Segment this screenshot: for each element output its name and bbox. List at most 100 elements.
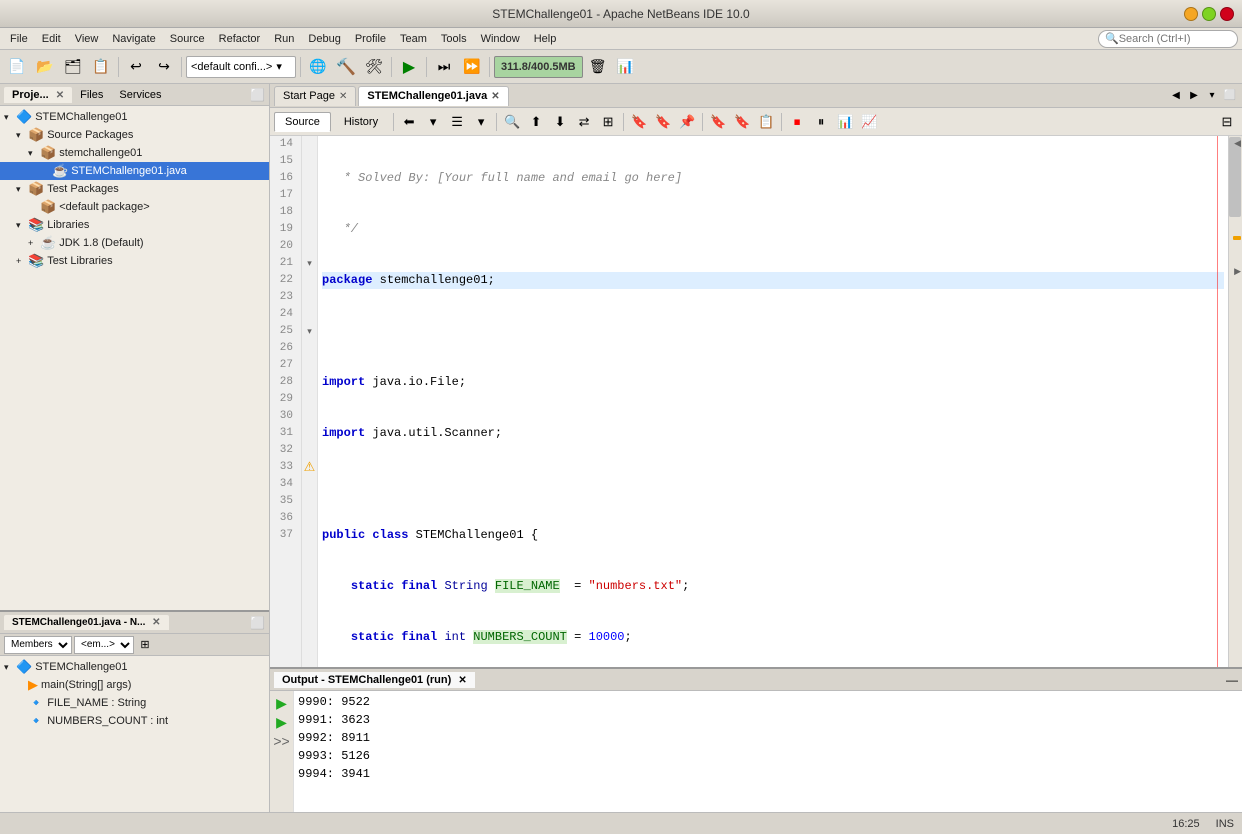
tab-next-button[interactable]: ▶ xyxy=(1186,88,1202,104)
run-button-2[interactable]: ▶ xyxy=(276,714,287,731)
output-tab[interactable]: Output - STEMChallenge01 (run) ✕ xyxy=(274,672,475,688)
tab-files[interactable]: Files xyxy=(72,87,111,103)
et-tasks-more[interactable]: 📋 xyxy=(755,111,777,133)
members-context-select[interactable]: <em...> xyxy=(74,636,134,654)
tree-item-java-file[interactable]: ☕ STEMChallenge01.java xyxy=(0,162,269,180)
et-search[interactable]: 🔍 xyxy=(501,111,523,133)
source-tab[interactable]: Source xyxy=(274,112,331,132)
open-file-button[interactable]: 🗂 xyxy=(60,54,86,80)
step-over-button[interactable]: ⏭ xyxy=(431,54,457,80)
et-split[interactable]: ⊟ xyxy=(1216,111,1238,133)
members-main[interactable]: ▶ main(String[] args) xyxy=(0,676,269,694)
tree-item-test-packages[interactable]: ▾ 📦 Test Packages xyxy=(0,180,269,198)
menu-edit[interactable]: Edit xyxy=(36,31,67,47)
redo-button[interactable]: ↪ xyxy=(151,54,177,80)
tab-list-button[interactable]: ▾ xyxy=(1204,88,1220,104)
collapse-right-arrow[interactable]: ◀ xyxy=(1234,138,1241,149)
menu-debug[interactable]: Debug xyxy=(302,31,346,47)
et-navigate-back[interactable]: ⬅ xyxy=(398,111,420,133)
et-find-next[interactable]: ⬇ xyxy=(549,111,571,133)
memory-indicator[interactable]: 311.8/400.5MB xyxy=(494,56,583,78)
expand-right-arrow[interactable]: ▶ xyxy=(1234,266,1241,277)
close-projects-tab[interactable]: ✕ xyxy=(56,90,64,101)
arrow-pkg-stemchallenge01[interactable]: ▾ xyxy=(28,148,40,159)
members-file-name[interactable]: 🔹 FILE_NAME : String xyxy=(0,694,269,712)
tab-prev-button[interactable]: ◀ xyxy=(1168,88,1184,104)
members-numbers-count[interactable]: 🔹 NUMBERS_COUNT : int xyxy=(0,712,269,730)
run-button[interactable]: ▶ xyxy=(396,54,422,80)
menu-window[interactable]: Window xyxy=(475,31,526,47)
open-project-button[interactable]: 📂 xyxy=(32,54,58,80)
close-java-file-tab[interactable]: ✕ xyxy=(491,91,499,102)
close-members-tab[interactable]: ✕ xyxy=(152,617,160,628)
et-tasks-next[interactable]: 🔖 xyxy=(731,111,753,133)
editor-scrollbar[interactable]: ◀ ▶ xyxy=(1228,136,1242,667)
et-tasks-prev[interactable]: 🔖 xyxy=(707,111,729,133)
arrow-test-libraries[interactable]: + xyxy=(16,256,28,266)
members-type-select[interactable]: Members xyxy=(4,636,72,654)
step-into-button[interactable]: ⏩ xyxy=(459,54,485,80)
tree-item-pkg-stemchallenge01[interactable]: ▾ 📦 stemchallenge01 xyxy=(0,144,269,162)
tab-java-file[interactable]: STEMChallenge01.java ✕ xyxy=(358,86,508,106)
members-class[interactable]: ▾ 🔷 STEMChallenge01 xyxy=(0,658,269,676)
et-bookmark-prev[interactable]: 🔖 xyxy=(628,111,650,133)
minimize-output-button[interactable]: — xyxy=(1226,673,1238,687)
members-settings-button[interactable]: ⊞ xyxy=(136,636,154,654)
search-input[interactable] xyxy=(1119,33,1239,45)
menu-navigate[interactable]: Navigate xyxy=(106,31,161,47)
et-toggle-bookmarks[interactable]: ☰ xyxy=(446,111,468,133)
menu-help[interactable]: Help xyxy=(528,31,563,47)
et-bookmark-next[interactable]: 🔖 xyxy=(652,111,674,133)
code-content[interactable]: * Solved By: [Your full name and email g… xyxy=(318,136,1228,667)
tree-item-jdk[interactable]: + ☕ JDK 1.8 (Default) xyxy=(0,234,269,252)
history-tab[interactable]: History xyxy=(333,112,389,132)
arrow-members-class[interactable]: ▾ xyxy=(4,662,16,673)
tree-item-test-libraries[interactable]: + 📚 Test Libraries xyxy=(0,252,269,270)
menu-team[interactable]: Team xyxy=(394,31,433,47)
et-find-prev[interactable]: ⬆ xyxy=(525,111,547,133)
new-file-button[interactable]: 📄 xyxy=(4,54,30,80)
tree-item-stemchallenge01[interactable]: ▾ 🔷 STEMChallenge01 xyxy=(0,108,269,126)
config-dropdown[interactable]: <default confi...> ▾ xyxy=(186,56,296,78)
arrow-stemchallenge01[interactable]: ▾ xyxy=(4,112,16,123)
stop-output-button[interactable]: >> xyxy=(273,733,289,749)
arrow-source-packages[interactable]: ▾ xyxy=(16,130,28,141)
et-more2[interactable]: 📈 xyxy=(858,111,880,133)
arrow-libraries[interactable]: ▾ xyxy=(16,220,28,231)
tree-item-default-package[interactable]: 📦 <default package> xyxy=(0,198,269,216)
et-bookmark-more[interactable]: 📌 xyxy=(676,111,698,133)
run-again-button[interactable]: ▶ xyxy=(276,695,287,712)
menu-refactor[interactable]: Refactor xyxy=(213,31,267,47)
maximize-members-icon[interactable]: ⬜ xyxy=(250,616,265,630)
close-start-page-tab[interactable]: ✕ xyxy=(339,91,347,102)
undo-button[interactable]: ↩ xyxy=(123,54,149,80)
tree-item-source-packages[interactable]: ▾ 📦 Source Packages xyxy=(0,126,269,144)
tab-members-file[interactable]: STEMChallenge01.java - N... ✕ xyxy=(4,615,169,630)
et-dropdown-2[interactable]: ▾ xyxy=(470,111,492,133)
et-stop[interactable]: ⏹ xyxy=(786,111,808,133)
scroll-thumb[interactable] xyxy=(1229,137,1241,217)
et-pause[interactable]: ⏸ xyxy=(810,111,832,133)
menu-view[interactable]: View xyxy=(69,31,105,47)
arrow-jdk[interactable]: + xyxy=(28,238,40,248)
build-button[interactable]: 🛠 xyxy=(361,54,387,80)
et-navigate-dropdown[interactable]: ▾ xyxy=(422,111,444,133)
gc-button[interactable]: 🗑 xyxy=(585,54,611,80)
minimize-button[interactable] xyxy=(1184,7,1198,21)
gutter-collapse-class[interactable]: ▾ xyxy=(302,255,317,272)
search-box[interactable]: 🔍 xyxy=(1098,30,1238,48)
menu-tools[interactable]: Tools xyxy=(435,31,473,47)
et-more1[interactable]: 📊 xyxy=(834,111,856,133)
menu-run[interactable]: Run xyxy=(268,31,300,47)
menu-source[interactable]: Source xyxy=(164,31,211,47)
close-button[interactable] xyxy=(1220,7,1234,21)
tab-start-page[interactable]: Start Page ✕ xyxy=(274,86,356,106)
tree-item-libraries[interactable]: ▾ 📚 Libraries xyxy=(0,216,269,234)
menu-profile[interactable]: Profile xyxy=(349,31,392,47)
maximize-button[interactable] xyxy=(1202,7,1216,21)
clone-button[interactable]: 📋 xyxy=(88,54,114,80)
profiler-button[interactable]: 📊 xyxy=(613,54,639,80)
globe-button[interactable]: 🌐 xyxy=(305,54,331,80)
tab-projects[interactable]: Proje... ✕ xyxy=(4,87,72,103)
menu-file[interactable]: File xyxy=(4,31,34,47)
